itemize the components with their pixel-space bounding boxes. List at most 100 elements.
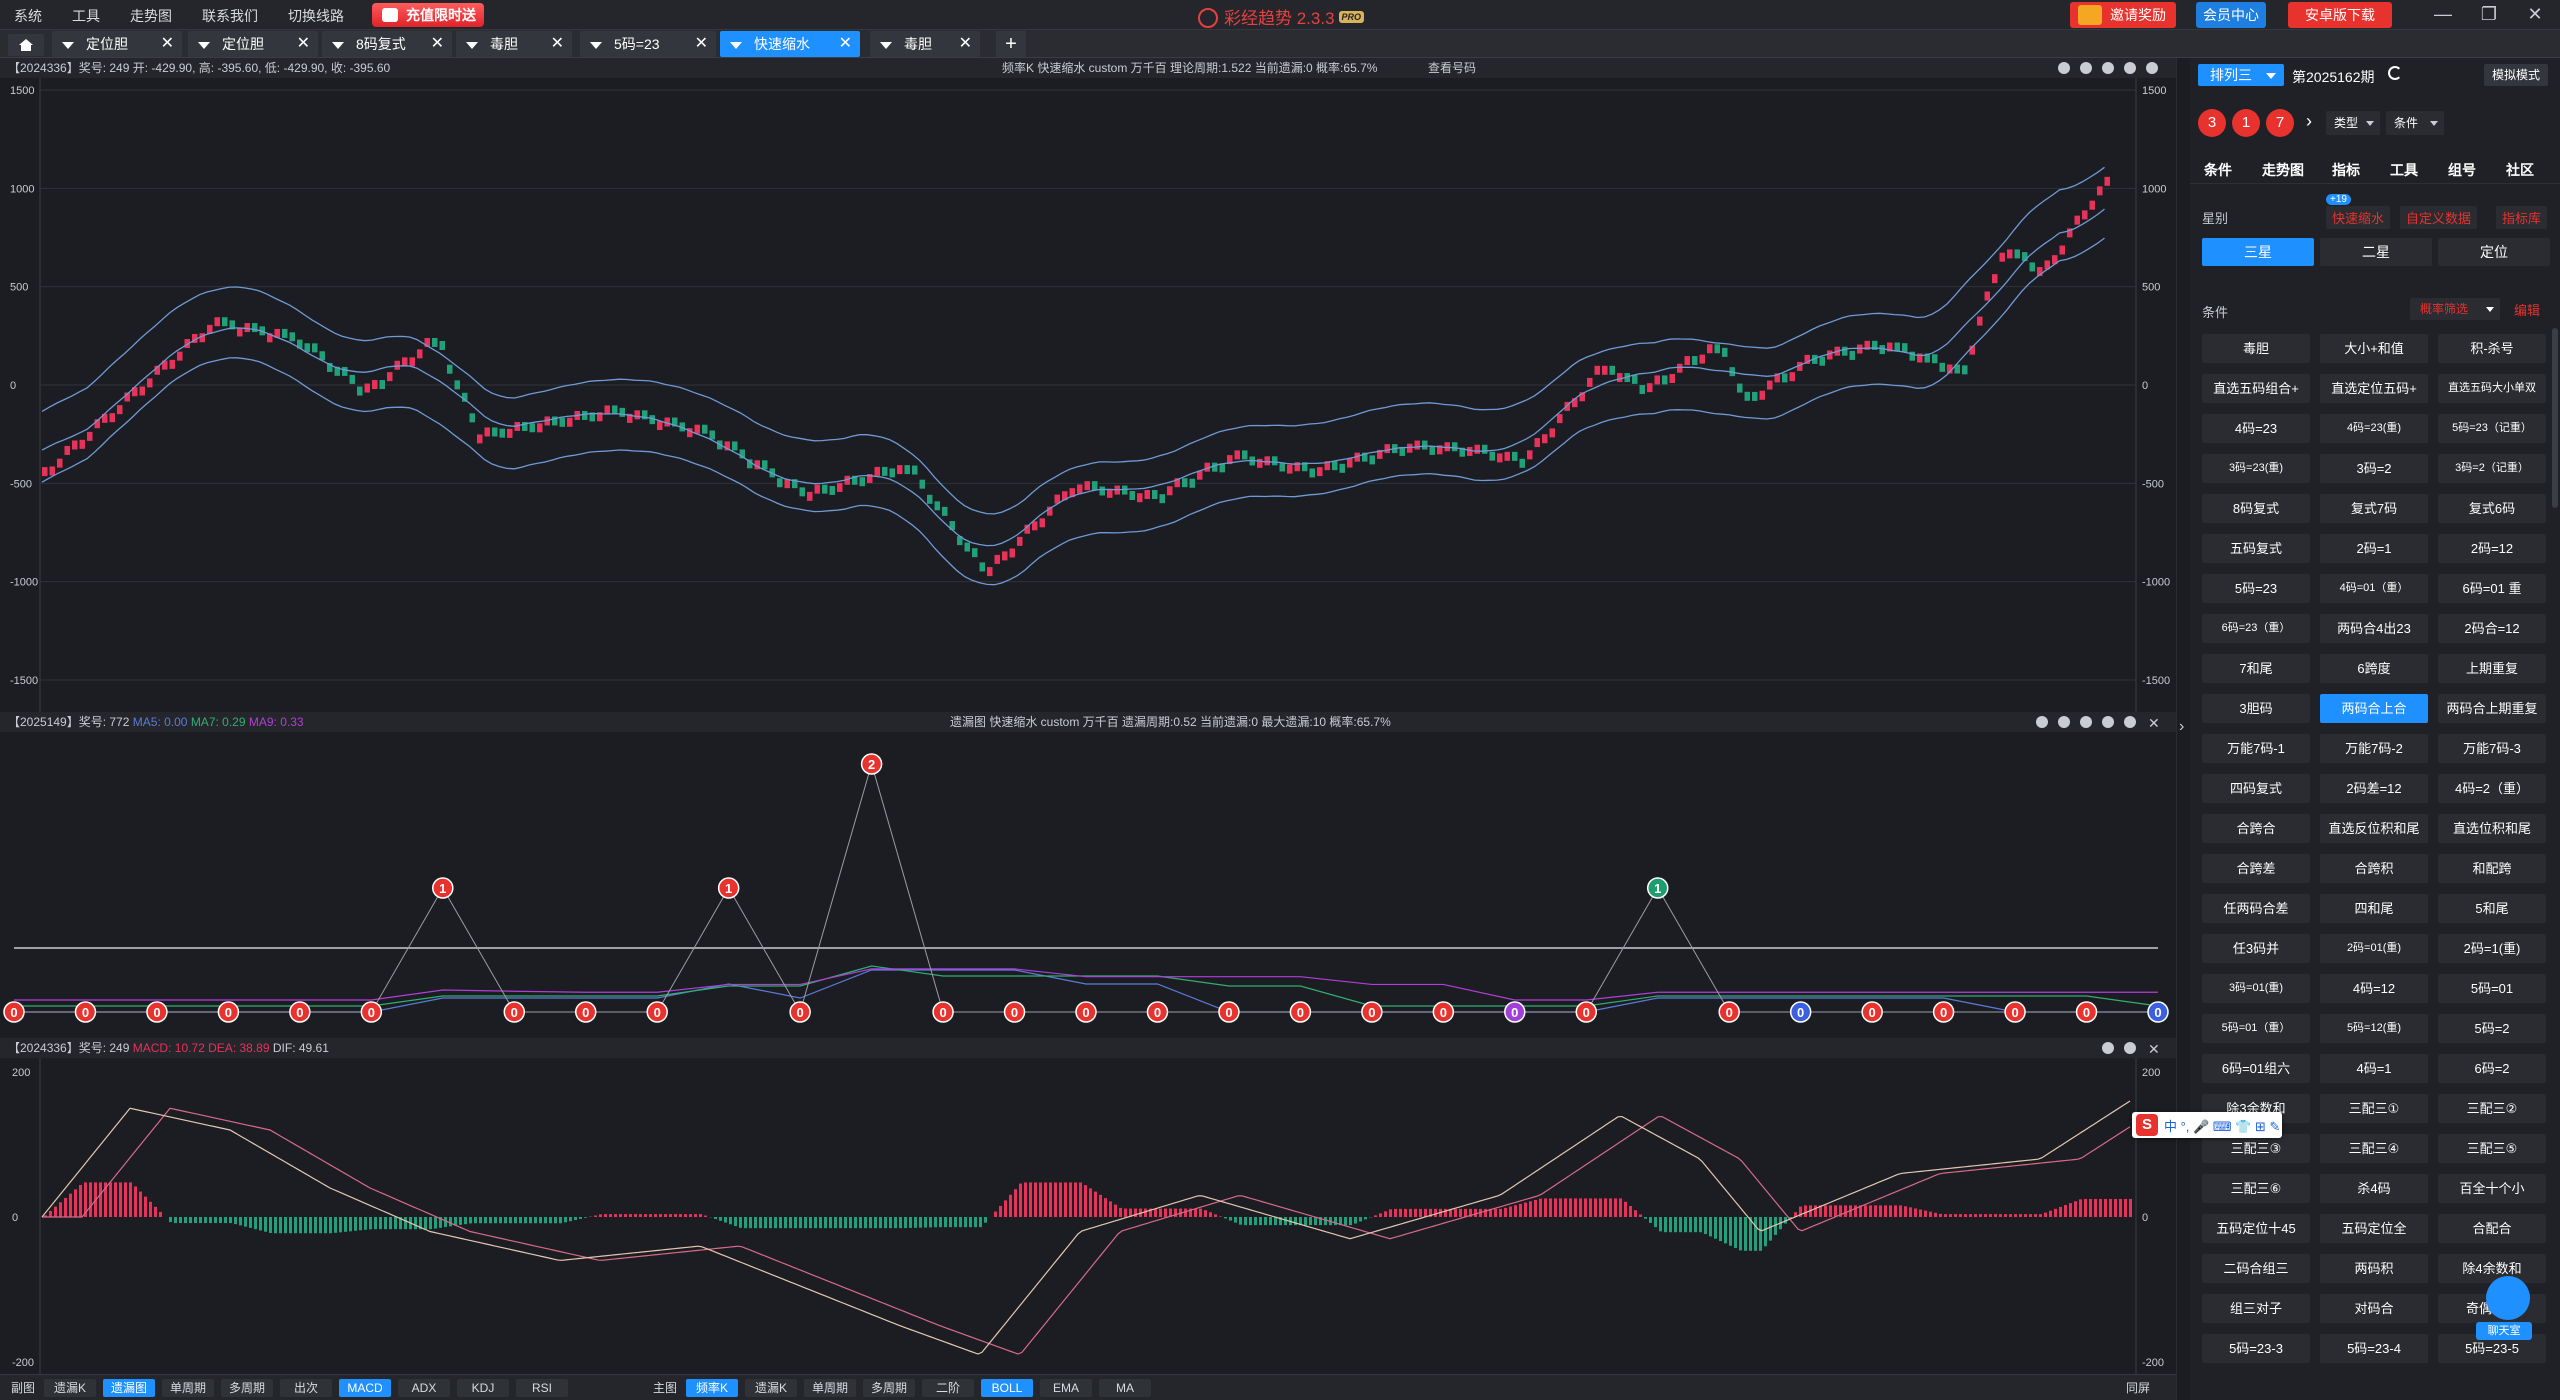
star-position-button[interactable]: 定位	[2438, 238, 2550, 266]
close-icon[interactable]: ✕	[839, 31, 852, 57]
condition-button[interactable]: 6码=01 重	[2438, 574, 2546, 603]
condition-button[interactable]: 合跨合	[2202, 814, 2310, 843]
close-window-icon[interactable]: ✕	[2524, 4, 2546, 25]
tab-4[interactable]: 毒胆 ✕	[456, 31, 572, 57]
close-icon[interactable]: ✕	[2148, 713, 2160, 733]
condition-button[interactable]: 4码=01（重）	[2320, 574, 2428, 603]
condition-button[interactable]: 4码=1	[2320, 1054, 2428, 1083]
tab-groups[interactable]: 组号	[2448, 160, 2476, 180]
chat-room-label[interactable]: 聊天室	[2476, 1322, 2532, 1340]
tab-2[interactable]: 定位胆 ✕	[188, 31, 318, 57]
condition-button[interactable]: 2码差=12	[2320, 774, 2428, 803]
chevron-down-icon[interactable]	[590, 42, 602, 49]
condition-button[interactable]: 两码合上合	[2320, 694, 2428, 723]
condition-button[interactable]: 万能7码-3	[2438, 734, 2546, 763]
subchart-btn-7[interactable]: KDJ	[457, 1379, 509, 1397]
tab-5[interactable]: 5码=23 ✕	[580, 31, 716, 57]
mainchart-btn-5[interactable]: BOLL	[981, 1379, 1033, 1397]
tab-community[interactable]: 社区	[2506, 160, 2534, 180]
condition-button[interactable]: 三配三⑤	[2438, 1134, 2546, 1163]
condition-button[interactable]: 任3码并	[2202, 934, 2310, 963]
condition-button[interactable]: 3码=23(重)	[2202, 454, 2310, 483]
subchart-btn-6[interactable]: ADX	[398, 1379, 450, 1397]
menu-system[interactable]: 系统	[14, 6, 42, 26]
recharge-promo-button[interactable]: 充值限时送	[372, 3, 484, 27]
condition-button[interactable]: 直选反位积和尾	[2320, 814, 2428, 843]
subchart-btn-5[interactable]: MACD	[339, 1379, 391, 1397]
pin-icon[interactable]	[2102, 1042, 2114, 1054]
condition-button[interactable]: 5码=23-3	[2202, 1334, 2310, 1363]
condition-button[interactable]: 百全十个小	[2438, 1174, 2546, 1203]
up-icon[interactable]	[2102, 62, 2114, 74]
view-numbers-link[interactable]: 查看号码	[1428, 58, 1476, 78]
condition-button[interactable]: 五码定位十45	[2202, 1214, 2310, 1243]
custom-data-link[interactable]: 自定义数据	[2400, 206, 2478, 229]
condition-button[interactable]: 对码合	[2320, 1294, 2428, 1323]
condition-button[interactable]: 7和尾	[2202, 654, 2310, 683]
condition-button[interactable]: 五码复式	[2202, 534, 2310, 563]
condition-button[interactable]: 6码=23（重）	[2202, 614, 2310, 643]
omission-chart[interactable]: 0 0 0 0 0 0 1 0 0 0 1 0 2 0 0 0 0 0 0 0 0 0 0 1 0 0 0 0 0 0 0	[0, 732, 2176, 1038]
mainchart-btn-3[interactable]: 多周期	[863, 1379, 915, 1397]
type-select[interactable]: 类型	[2326, 111, 2380, 135]
tab-indicators[interactable]: 指标	[2332, 160, 2360, 180]
condition-button[interactable]: 五码定位全	[2320, 1214, 2428, 1243]
settings-icon[interactable]	[2124, 1042, 2136, 1054]
condition-button[interactable]: 两码合上期重复	[2438, 694, 2546, 723]
menu-contact[interactable]: 联系我们	[202, 6, 258, 26]
chevron-down-icon[interactable]	[62, 42, 74, 49]
condition-button[interactable]: 大小+和值	[2320, 334, 2428, 363]
condition-button[interactable]: 三配三①	[2320, 1094, 2428, 1123]
macd-chart[interactable]: 200 200 0 0 -200 -200	[0, 1058, 2176, 1374]
quick-shrink-link[interactable]: 快速缩水	[2326, 206, 2391, 229]
condition-button[interactable]: 除4余数和	[2438, 1254, 2546, 1283]
invite-reward-button[interactable]: 邀请奖励	[2070, 2, 2176, 28]
down-icon[interactable]	[2124, 62, 2136, 74]
chevron-right-icon[interactable]: ›	[2306, 111, 2312, 132]
menu-tools[interactable]: 工具	[72, 6, 100, 26]
condition-button[interactable]: 5码=01	[2438, 974, 2546, 1003]
condition-button[interactable]: 8码复式	[2202, 494, 2310, 523]
condition-button[interactable]: 任两码合差	[2202, 894, 2310, 923]
subchart-btn-2[interactable]: 单周期	[162, 1379, 214, 1397]
condition-button[interactable]: 毒胆	[2202, 334, 2310, 363]
refresh-icon[interactable]	[2146, 62, 2158, 74]
close-icon[interactable]: ✕	[695, 31, 708, 57]
condition-button[interactable]: 5和尾	[2438, 894, 2546, 923]
condition-button[interactable]: 4码=12	[2320, 974, 2428, 1003]
up-icon[interactable]	[2080, 716, 2092, 728]
star-two-button[interactable]: 二星	[2320, 238, 2432, 266]
condition-button[interactable]: 三配三③	[2202, 1134, 2310, 1163]
add-tab-button[interactable]: +	[996, 31, 1026, 57]
condition-button[interactable]: 复式6码	[2438, 494, 2546, 523]
tab-trend[interactable]: 走势图	[2262, 160, 2304, 180]
maximize-icon[interactable]: ❐	[2478, 4, 2500, 25]
chevron-down-icon[interactable]	[730, 42, 742, 49]
subchart-btn-4[interactable]: 出次	[280, 1379, 332, 1397]
minus-icon[interactable]	[2080, 62, 2092, 74]
condition-button[interactable]: 直选五码组合+	[2202, 374, 2310, 403]
pin-icon[interactable]	[2036, 716, 2048, 728]
condition-button[interactable]: 6码=01组六	[2202, 1054, 2310, 1083]
subchart-btn-0[interactable]: 遗漏K	[44, 1379, 96, 1397]
condition-button[interactable]: 3码=2（记重）	[2438, 454, 2546, 483]
menu-switch-route[interactable]: 切换线路	[288, 6, 344, 26]
condition-button[interactable]: 两码合4出23	[2320, 614, 2428, 643]
tab-1[interactable]: 定位胆 ✕	[52, 31, 182, 57]
close-icon[interactable]: ✕	[2148, 1039, 2160, 1059]
star-three-button[interactable]: 三星	[2202, 238, 2314, 266]
member-center-button[interactable]: 会员中心	[2196, 2, 2266, 28]
ime-toolbar[interactable]: S 中 °, 🎤 ⌨ 👕 ⊞ ✎	[2132, 1112, 2282, 1138]
refresh-icon[interactable]	[2388, 66, 2402, 80]
condition-button[interactable]: 直选定位五码+	[2320, 374, 2428, 403]
condition-button[interactable]: 3码=2	[2320, 454, 2428, 483]
edit-link[interactable]: 编辑	[2508, 298, 2546, 321]
condition-button[interactable]: 3码=01(重)	[2202, 974, 2310, 1003]
close-icon[interactable]: ✕	[551, 31, 564, 57]
tab-conditions[interactable]: 条件	[2204, 160, 2232, 180]
chevron-down-icon[interactable]	[466, 42, 478, 49]
condition-button[interactable]: 和配跨	[2438, 854, 2546, 883]
scrollbar[interactable]	[2552, 328, 2558, 508]
menu-trend-chart[interactable]: 走势图	[130, 6, 172, 26]
mainchart-btn-2[interactable]: 单周期	[804, 1379, 856, 1397]
